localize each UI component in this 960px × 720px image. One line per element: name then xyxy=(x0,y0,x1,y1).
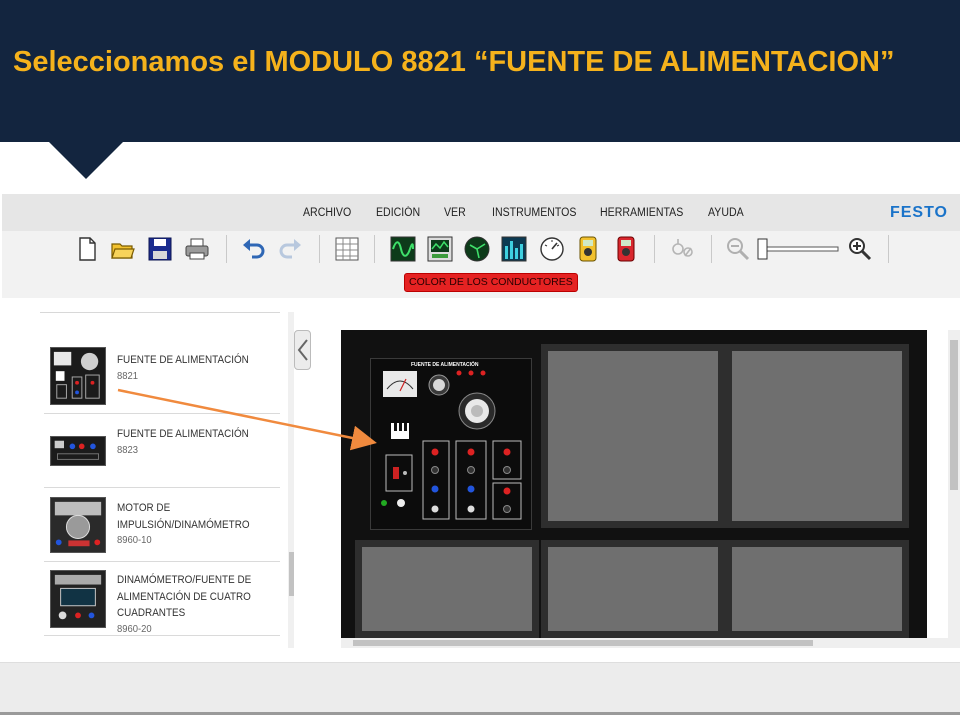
menu-edicion[interactable]: EDICIÓN xyxy=(376,207,420,219)
power-supply-module[interactable]: FUENTE DE ALIMENTACIÓN xyxy=(370,358,532,530)
empty-slot[interactable] xyxy=(541,344,725,528)
phasor-analyzer-icon[interactable] xyxy=(464,236,490,262)
empty-slot[interactable] xyxy=(541,540,725,638)
zoom-slider[interactable] xyxy=(756,236,842,262)
module-thumbnail xyxy=(50,497,106,553)
slide-header: Seleccionamos el MODULO 8821 “FUENTE DE … xyxy=(0,0,960,142)
empty-slot[interactable] xyxy=(725,540,909,638)
module-name: FUENTE DE ALIMENTACIÓN xyxy=(117,428,249,440)
list-item-8960-20[interactable]: DINAMÓMETRO/FUENTE DE ALIMENTACIÓN DE CU… xyxy=(44,562,280,636)
festo-logo: FESTO xyxy=(889,204,948,221)
module-code: 8821 xyxy=(117,369,139,382)
meter-icon[interactable] xyxy=(539,236,565,262)
module-thumbnail xyxy=(50,436,106,466)
zoom-out-icon[interactable] xyxy=(725,236,751,262)
header-pointer xyxy=(48,141,124,179)
module-code: 8960-20 xyxy=(117,622,152,635)
menu-bar: ARCHIVO EDICIÓN VER INSTRUMENTOS HERRAMI… xyxy=(2,194,960,231)
list-item-8821[interactable]: FUENTE DE ALIMENTACIÓN 8821 xyxy=(44,340,280,414)
save-icon[interactable] xyxy=(147,236,173,262)
module-thumbnail xyxy=(50,570,106,628)
collapse-panel-tab[interactable] xyxy=(294,330,311,370)
module-code: 8960-10 xyxy=(117,534,152,546)
menu-ayuda[interactable]: AYUDA xyxy=(708,207,744,219)
vertical-scrollbar[interactable] xyxy=(948,330,960,638)
module-code: 8823 xyxy=(117,443,139,456)
empty-slot[interactable] xyxy=(725,344,909,528)
list-item-8823[interactable]: FUENTE DE ALIMENTACIÓN 8823 xyxy=(44,414,280,488)
disconnect-icon[interactable] xyxy=(669,236,695,262)
recorder-icon[interactable] xyxy=(427,236,453,262)
workstation-area: FUENTE DE ALIMENTACIÓN xyxy=(341,330,927,638)
list-divider xyxy=(40,312,280,313)
oscilloscope-icon[interactable] xyxy=(390,236,416,262)
new-file-icon[interactable] xyxy=(74,236,100,262)
toolbar: COLOR DE LOS CONDUCTORES xyxy=(2,231,960,298)
toolbar-separator xyxy=(654,235,655,263)
list-item-8960-10[interactable]: MOTOR DE IMPULSIÓN/DINAMÓMETRO 8960-10 xyxy=(44,488,280,562)
toolbar-separator xyxy=(888,235,889,263)
print-icon[interactable] xyxy=(184,236,210,262)
module-name: MOTOR DE IMPULSIÓN/DINAMÓMETRO xyxy=(117,502,250,531)
empty-slot[interactable] xyxy=(355,540,539,638)
open-folder-icon[interactable] xyxy=(110,236,136,262)
toolbar-separator xyxy=(374,235,375,263)
module-name: DINAMÓMETRO/FUENTE DE ALIMENTACIÓN DE CU… xyxy=(117,574,252,619)
footer-line xyxy=(0,712,960,715)
spectrum-analyzer-icon[interactable] xyxy=(501,236,527,262)
toolbar-separator xyxy=(711,235,712,263)
module-name: FUENTE DE ALIMENTACIÓN xyxy=(117,354,249,366)
scrollbar-thumb[interactable] xyxy=(353,640,813,646)
menu-instrumentos[interactable]: INSTRUMENTOS xyxy=(492,207,576,219)
scrollbar-thumb[interactable] xyxy=(950,340,958,490)
chevron-left-icon xyxy=(297,339,308,361)
menu-ver[interactable]: VER xyxy=(444,207,466,219)
menu-archivo[interactable]: ARCHIVO xyxy=(303,207,351,219)
redo-icon[interactable] xyxy=(278,236,304,262)
module-panel-graphics xyxy=(381,370,522,520)
module-thumbnail xyxy=(50,347,106,405)
red-multimeter-icon[interactable] xyxy=(613,236,639,262)
menu-herramientas[interactable]: HERRAMIENTAS xyxy=(600,207,683,219)
horizontal-scrollbar[interactable] xyxy=(341,638,960,648)
toolbar-separator xyxy=(319,235,320,263)
undo-icon[interactable] xyxy=(240,236,266,262)
footer-band xyxy=(0,662,960,712)
app-window: ARCHIVO EDICIÓN VER INSTRUMENTOS HERRAMI… xyxy=(2,194,960,662)
module-list: FUENTE DE ALIMENTACIÓN 8821 FUENTE DE AL… xyxy=(40,312,294,648)
conductor-color-button[interactable]: COLOR DE LOS CONDUCTORES xyxy=(404,273,578,292)
slide-title: Seleccionamos el MODULO 8821 “FUENTE DE … xyxy=(13,46,895,78)
toolbar-separator xyxy=(226,235,227,263)
zoom-in-icon[interactable] xyxy=(847,236,873,262)
yellow-multimeter-icon[interactable] xyxy=(575,236,601,262)
scrollbar-thumb[interactable] xyxy=(289,552,294,596)
table-icon[interactable] xyxy=(334,236,360,262)
